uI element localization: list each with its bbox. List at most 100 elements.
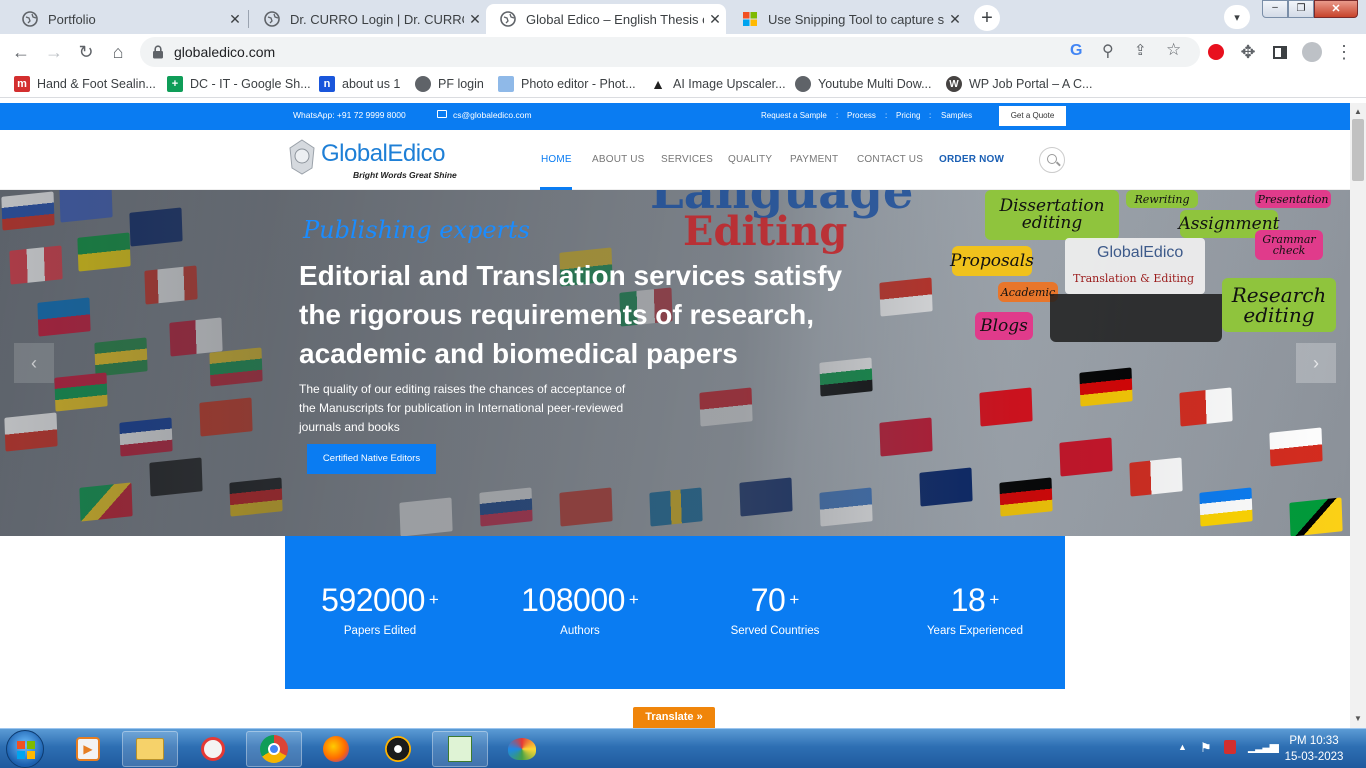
- bookmark-star-icon[interactable]: ☆: [1166, 40, 1181, 60]
- carousel-prev-chevron-icon[interactable]: ‹: [14, 343, 54, 383]
- tab-snipping-tool[interactable]: Use Snipping Tool to capture scre ✕: [728, 4, 966, 34]
- start-button[interactable]: [6, 730, 44, 768]
- media-center-taskbar-icon[interactable]: [370, 731, 426, 767]
- bubble-academic: Academic: [998, 282, 1058, 302]
- bookmark-label: WP Job Portal – A C...: [969, 77, 1093, 91]
- bookmark-about-us[interactable]: n about us 1: [319, 75, 400, 93]
- bookmark-dc-it[interactable]: + DC - IT - Google Sh...: [167, 75, 311, 93]
- bookmark-label: AI Image Upscaler...: [673, 77, 786, 91]
- close-icon[interactable]: ✕: [704, 11, 726, 28]
- logo-name: GlobalEdico: [321, 140, 445, 167]
- google-icon[interactable]: G: [1070, 42, 1082, 60]
- bookmark-wp-job-portal[interactable]: W WP Job Portal – A C...: [946, 75, 1092, 93]
- wordpress-icon: W: [946, 76, 962, 92]
- scrollbar-thumb[interactable]: [1352, 119, 1364, 181]
- samples-link[interactable]: Samples: [941, 111, 972, 120]
- site-topbar: WhatsApp: +91 72 9999 8000 cs@globaledic…: [0, 103, 1350, 130]
- reload-icon[interactable]: ↻: [74, 40, 98, 64]
- stat-value: 592000: [321, 582, 425, 618]
- show-hidden-icons-chevron-icon[interactable]: ▲: [1178, 742, 1187, 752]
- address-bar[interactable]: globaledico.com G ⚲ ⇪ ☆: [140, 37, 1200, 67]
- new-tab-button[interactable]: +: [974, 5, 1000, 31]
- nav-about-us[interactable]: ABOUT US: [592, 154, 645, 165]
- home-icon[interactable]: ⌂: [106, 40, 130, 64]
- email-link[interactable]: cs@globaledico.com: [453, 110, 532, 120]
- bookmark-youtube-multi[interactable]: Youtube Multi Dow...: [795, 75, 932, 93]
- bookmark-photo-editor[interactable]: Photo editor - Phot...: [498, 75, 636, 93]
- profile-avatar-icon[interactable]: [1300, 40, 1324, 64]
- nav-contact-us[interactable]: CONTACT US: [857, 154, 923, 165]
- page-scrollbar[interactable]: ▲ ▼: [1350, 103, 1366, 728]
- nav-home[interactable]: HOME: [541, 154, 572, 165]
- extensions-puzzle-icon[interactable]: ✥: [1236, 40, 1260, 64]
- action-center-flag-icon[interactable]: ⚑: [1200, 740, 1212, 756]
- hero-body-line: The quality of our editing raises the ch…: [299, 382, 626, 396]
- site-navbar: GlobalEdico Bright Words Great Shine HOM…: [0, 130, 1350, 190]
- nav-services[interactable]: SERVICES: [661, 154, 713, 165]
- certified-editors-button[interactable]: Certified Native Editors: [307, 444, 436, 474]
- pricing-link[interactable]: Pricing: [896, 111, 920, 120]
- request-sample-link[interactable]: Request a Sample: [761, 111, 827, 120]
- nav-order-now[interactable]: ORDER NOW: [939, 154, 1004, 165]
- site-logo[interactable]: GlobalEdico Bright Words Great Shine: [288, 138, 463, 186]
- close-icon[interactable]: ✕: [224, 11, 246, 28]
- scroll-up-arrow-icon[interactable]: ▲: [1354, 107, 1362, 116]
- close-window-button[interactable]: ✕: [1314, 0, 1358, 18]
- zoom-icon[interactable]: ⚲: [1102, 41, 1114, 61]
- kebab-menu-icon[interactable]: ⋮: [1332, 40, 1356, 64]
- bookmark-pf-login[interactable]: PF login: [415, 75, 484, 93]
- get-quote-button[interactable]: Get a Quote: [999, 106, 1066, 126]
- tab-global-edico[interactable]: Global Edico – English Thesis editi ✕: [486, 4, 726, 34]
- media-player-taskbar-icon[interactable]: ▶: [60, 731, 116, 767]
- side-panel-icon[interactable]: [1268, 40, 1292, 64]
- microsoft-logo-icon: [743, 12, 757, 26]
- forward-arrow-icon[interactable]: →: [42, 40, 66, 64]
- triangle-icon: ▲: [651, 76, 665, 92]
- tab-portfolio[interactable]: Portfolio ✕: [8, 4, 246, 34]
- close-icon[interactable]: ✕: [944, 11, 966, 28]
- opera-extension-icon[interactable]: [1204, 40, 1228, 64]
- file-explorer-taskbar-icon[interactable]: [122, 731, 178, 767]
- back-arrow-icon[interactable]: ←: [9, 40, 33, 64]
- process-link[interactable]: Process: [847, 111, 876, 120]
- laptop-brand-subtitle: Translation & Editing: [1073, 272, 1195, 285]
- bubble-presentation: Presentation: [1255, 190, 1331, 208]
- tab-dr-curro[interactable]: Dr. CURRO Login | Dr. CURRO | Le ✕: [250, 4, 486, 34]
- firefox-taskbar-icon[interactable]: [308, 731, 364, 767]
- battery-icon[interactable]: [1224, 740, 1236, 754]
- whatsapp-contact[interactable]: WhatsApp: +91 72 9999 8000: [293, 110, 406, 120]
- url-text: globaledico.com: [174, 44, 276, 60]
- hero-headline-line: Editorial and Translation services satis…: [299, 260, 843, 291]
- chrome-taskbar-icon[interactable]: [246, 731, 302, 767]
- minimize-button[interactable]: –: [1262, 0, 1288, 18]
- share-icon[interactable]: ⇪: [1134, 41, 1147, 59]
- bookmark-hand-foot[interactable]: m Hand & Foot Sealin...: [14, 75, 156, 93]
- close-icon[interactable]: ✕: [464, 11, 486, 28]
- tab-search-chevron-icon[interactable]: ▾: [1224, 5, 1250, 29]
- nav-quality[interactable]: QUALITY: [728, 154, 772, 165]
- bookmarks-bar: m Hand & Foot Sealin... + DC - IT - Google…: [0, 70, 1366, 98]
- bookmark-ai-upscaler[interactable]: ▲ AI Image Upscaler...: [650, 75, 786, 93]
- stat-suffix: +: [628, 590, 639, 609]
- paint-taskbar-icon[interactable]: [494, 731, 550, 767]
- notepad-taskbar-icon[interactable]: [432, 731, 488, 767]
- laptop-brand-text: GlobalEdico: [1097, 244, 1184, 261]
- search-icon[interactable]: [1039, 147, 1065, 173]
- hero-body-line: the Manuscripts for publication in Inter…: [299, 401, 624, 415]
- hero-body-line: journals and books: [299, 420, 400, 434]
- system-clock[interactable]: PM 10:33 15-03-2023: [1272, 733, 1356, 765]
- tab-title: Portfolio: [48, 11, 96, 27]
- snipping-tool-taskbar-icon[interactable]: [185, 731, 241, 767]
- nav-payment[interactable]: PAYMENT: [790, 154, 838, 165]
- bookmark-label: PF login: [438, 77, 484, 91]
- stats-panel: 592000 + Papers Edited 108000 + Authors 70…: [285, 536, 1065, 689]
- carousel-next-chevron-icon[interactable]: ›: [1296, 343, 1336, 383]
- maximize-button[interactable]: ❐: [1288, 0, 1314, 18]
- logo-tagline: Bright Words Great Shine: [353, 170, 457, 180]
- editing-sign: Editing: [683, 208, 848, 255]
- lock-icon: [153, 45, 163, 59]
- scroll-down-arrow-icon[interactable]: ▼: [1354, 714, 1362, 723]
- windows-logo-icon: [17, 741, 35, 759]
- clock-time: PM 10:33: [1289, 735, 1339, 747]
- translate-button[interactable]: Translate »: [633, 707, 715, 728]
